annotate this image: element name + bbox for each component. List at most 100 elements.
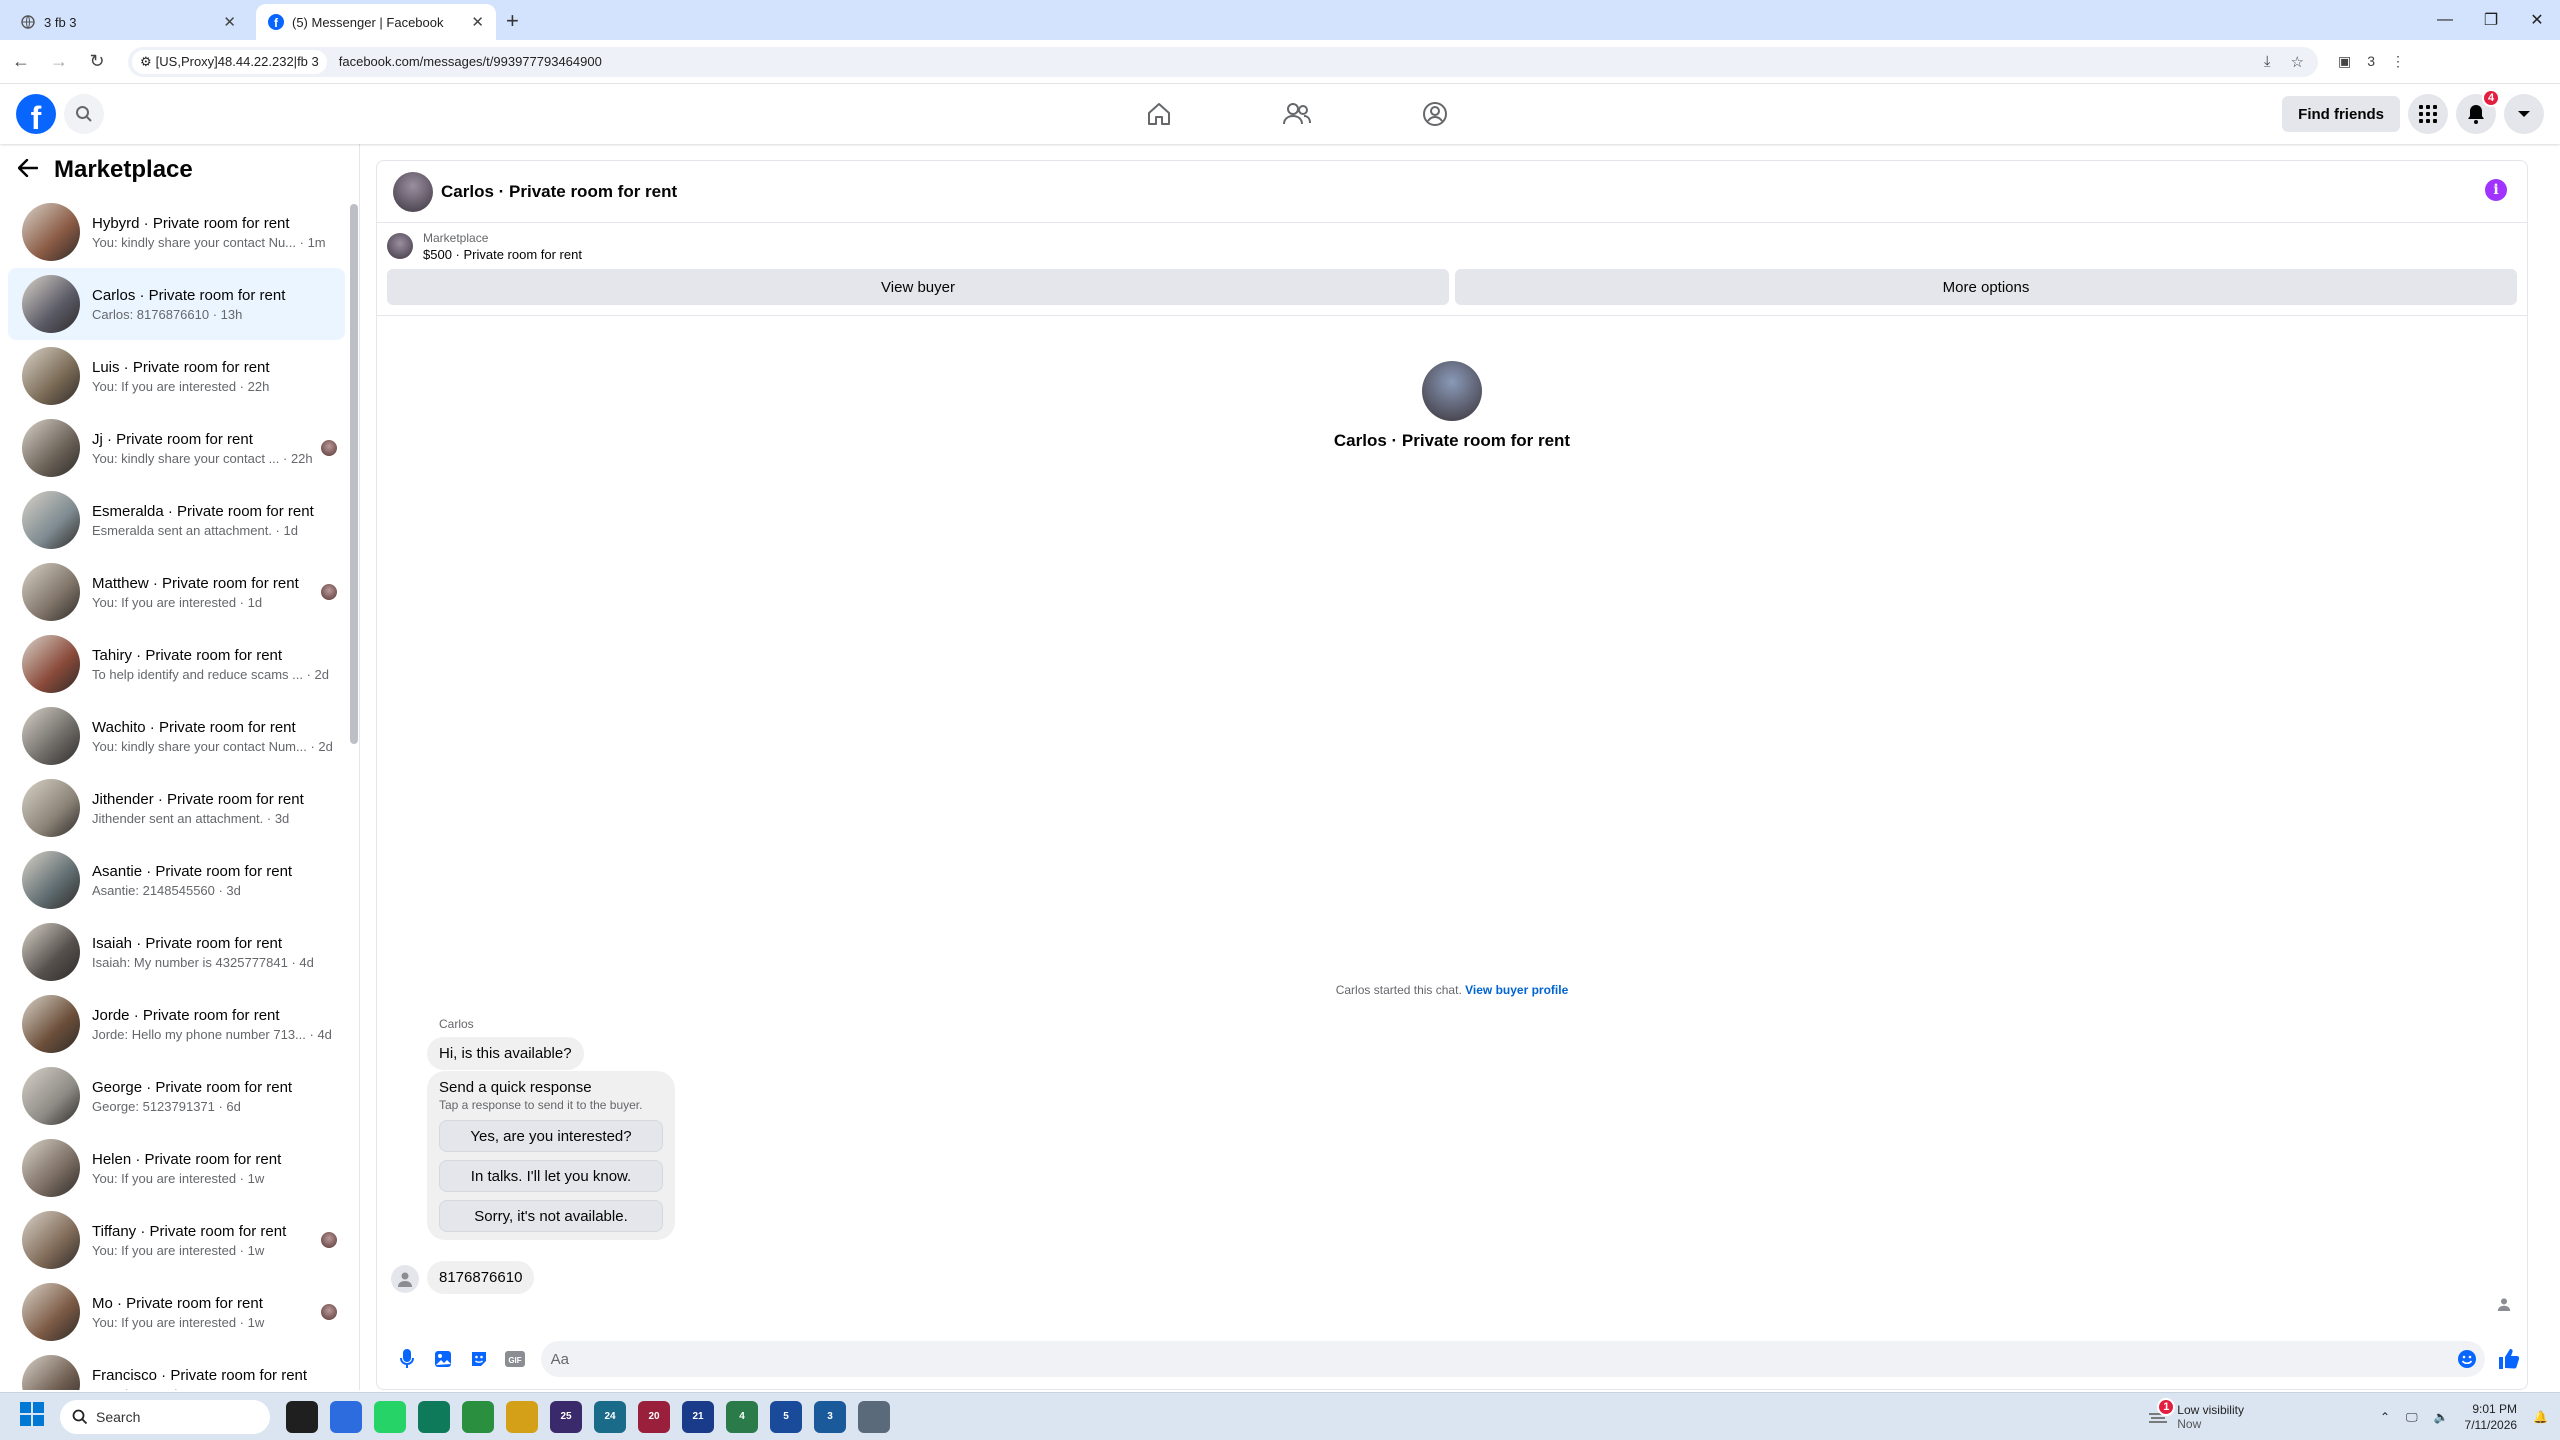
taskbar-app-icon[interactable]: 25 xyxy=(550,1400,582,1433)
emoji-icon[interactable] xyxy=(2457,1349,2477,1373)
conversation-item[interactable]: George · Private room for rent George: 51… xyxy=(8,1060,345,1132)
conversation-item[interactable]: Luis · Private room for rent You: If you … xyxy=(8,340,345,412)
conversation-item[interactable]: Mo · Private room for rent You: If you ar… xyxy=(8,1276,345,1348)
taskbar-app-icon[interactable] xyxy=(374,1400,406,1433)
taskbar-app-icon[interactable]: 24 xyxy=(594,1400,626,1433)
conversation-item[interactable]: Tahiry · Private room for rent To help id… xyxy=(8,628,345,700)
taskbar-app-icon[interactable] xyxy=(330,1400,362,1433)
taskbar-search[interactable]: Search xyxy=(60,1399,270,1434)
info-icon[interactable]: i xyxy=(2485,179,2507,201)
conversation-item[interactable]: Tiffany · Private room for rent You: If y… xyxy=(8,1204,345,1276)
network-icon[interactable]: 🖵 xyxy=(2406,1410,2418,1425)
conversation-item[interactable]: Isaiah · Private room for rent Isaiah: My… xyxy=(8,916,345,988)
facebook-logo-icon[interactable]: f xyxy=(16,94,56,134)
chevron-up-icon[interactable]: ⌃ xyxy=(2380,1410,2390,1424)
taskbar-app-icon[interactable]: 20 xyxy=(638,1400,670,1433)
extensions-icon[interactable]: ▣ xyxy=(2338,53,2351,70)
minimize-icon[interactable]: — xyxy=(2422,0,2468,40)
taskbar-app-icon[interactable] xyxy=(506,1400,538,1433)
conversation-item[interactable]: Jj · Private room for rent You: kindly sh… xyxy=(8,412,345,484)
close-window-icon[interactable]: ✕ xyxy=(2514,0,2560,40)
search-icon[interactable] xyxy=(64,94,104,134)
conversation-preview: You: kindly share your contact ... · 22h xyxy=(92,450,313,466)
taskbar-app-icon[interactable]: 3 xyxy=(814,1400,846,1433)
conversation-item[interactable]: Jithender · Private room for rent Jithend… xyxy=(8,772,345,844)
menu-grid-icon[interactable] xyxy=(2408,94,2448,134)
message-bubble[interactable]: Hi, is this available? xyxy=(427,1037,584,1070)
bookmark-star-icon[interactable]: ☆ xyxy=(2291,53,2304,71)
tab-title: (5) Messenger | Facebook xyxy=(292,14,444,30)
gif-icon[interactable]: GIF xyxy=(497,1341,533,1377)
weather-widget[interactable]: 1 Low visibility Now xyxy=(2147,1397,2244,1431)
taskbar-app-icon[interactable]: 5 xyxy=(770,1400,802,1433)
thumbs-up-icon[interactable] xyxy=(2491,1341,2527,1377)
conversation-item[interactable]: Helen · Private room for rent You: If you… xyxy=(8,1132,345,1204)
browser-menu-icon[interactable]: ⋮ xyxy=(2391,53,2405,70)
reload-icon[interactable]: ↻ xyxy=(80,45,114,79)
taskbar-app-icon[interactable] xyxy=(286,1400,318,1433)
conversation-preview: You: kindly share your contact Nu... · 1… xyxy=(92,234,326,250)
chat-title[interactable]: Carlos · Private room for rent xyxy=(441,182,677,202)
browser-tab-messenger[interactable]: f (5) Messenger | Facebook ✕ xyxy=(256,4,496,40)
browser-tab-fb3[interactable]: 3 fb 3 ✕ xyxy=(8,4,248,40)
forward-icon[interactable]: → xyxy=(42,45,76,79)
notification-center-icon[interactable]: 🔔 xyxy=(2533,1410,2548,1424)
sender-avatar-icon[interactable] xyxy=(391,1265,419,1293)
taskbar-app-icon[interactable]: 21 xyxy=(682,1400,714,1433)
taskbar-app-icon[interactable]: 4 xyxy=(726,1400,758,1433)
taskbar-app-icon[interactable] xyxy=(418,1400,450,1433)
friends-icon[interactable] xyxy=(1228,84,1366,144)
conversation-item[interactable]: Francisco · Private room for rent Francis… xyxy=(8,1348,345,1390)
quick-response-yes-button[interactable]: Yes, are you interested? xyxy=(439,1120,663,1152)
clock[interactable]: 9:01 PM 7/11/2026 xyxy=(2465,1401,2518,1433)
account-chevron-icon[interactable] xyxy=(2504,94,2544,134)
seen-indicator-avatar xyxy=(321,440,337,456)
install-app-icon[interactable]: ⤓ xyxy=(2264,53,2271,71)
conversation-name: Matthew · Private room for rent xyxy=(92,574,299,592)
close-tab-icon[interactable]: ✕ xyxy=(471,13,484,31)
groups-icon[interactable] xyxy=(1366,84,1504,144)
microphone-icon[interactable] xyxy=(389,1341,425,1377)
taskbar-app-icon[interactable] xyxy=(462,1400,494,1433)
address-bar[interactable]: ⚙ [US,Proxy]48.44.22.232|fb 3 facebook.c… xyxy=(128,46,2318,77)
back-icon[interactable]: ← xyxy=(4,45,38,79)
conversation-item[interactable]: Asantie · Private room for rent Asantie: … xyxy=(8,844,345,916)
view-buyer-button[interactable]: View buyer xyxy=(387,269,1449,305)
sticker-icon[interactable] xyxy=(461,1341,497,1377)
quick-response-talks-button[interactable]: In talks. I'll let you know. xyxy=(439,1160,663,1192)
conversation-item[interactable]: Carlos · Private room for rent Carlos: 81… xyxy=(8,268,345,340)
taskbar-app-icon[interactable] xyxy=(858,1400,890,1433)
quick-response-sorry-button[interactable]: Sorry, it's not available. xyxy=(439,1200,663,1232)
back-arrow-icon[interactable] xyxy=(17,156,39,184)
conversation-item[interactable]: Hybyrd · Private room for rent You: kindl… xyxy=(8,196,345,268)
conversation-item[interactable]: Matthew · Private room for rent You: If y… xyxy=(8,556,345,628)
sidebar-scrollbar[interactable] xyxy=(350,194,358,1390)
windows-start-icon[interactable] xyxy=(20,1402,44,1431)
photo-icon[interactable] xyxy=(425,1341,461,1377)
chat-header: Carlos · Private room for rent i xyxy=(377,161,2527,223)
profile-count[interactable]: 3 xyxy=(2367,53,2375,70)
conversation-name: Wachito · Private room for rent xyxy=(92,718,296,736)
conversation-thumbnail xyxy=(22,995,80,1053)
listing-row[interactable]: Marketplace $500 · Private room for rent xyxy=(377,223,2527,269)
notifications-bell-icon[interactable]: 4 xyxy=(2456,89,2500,134)
site-info-chip[interactable]: ⚙ [US,Proxy]48.44.22.232|fb 3 xyxy=(132,49,327,74)
find-friends-button[interactable]: Find friends xyxy=(2282,96,2400,132)
conversation-item[interactable]: Jorde · Private room for rent Jorde: Hell… xyxy=(8,988,345,1060)
conversation-item[interactable]: Wachito · Private room for rent You: kind… xyxy=(8,700,345,772)
volume-icon[interactable]: 🔈 xyxy=(2434,1410,2449,1424)
restore-icon[interactable]: ❐ xyxy=(2468,0,2514,40)
facebook-top-nav: f Find friends 4 xyxy=(0,84,2560,144)
view-buyer-profile-link[interactable]: View buyer profile xyxy=(1465,983,1568,997)
conversation-item[interactable]: Esmeralda · Private room for rent Esmeral… xyxy=(8,484,345,556)
conversation-preview: Carlos: 8176876610 · 13h xyxy=(92,306,243,322)
message-input[interactable]: Aa xyxy=(540,1341,2486,1377)
chat-avatar[interactable] xyxy=(393,171,433,212)
intro-avatar[interactable] xyxy=(1422,361,1482,421)
new-tab-icon[interactable]: + xyxy=(506,8,519,34)
more-options-button[interactable]: More options xyxy=(1455,269,2517,305)
home-icon[interactable] xyxy=(1090,84,1228,144)
message-bubble[interactable]: 8176876610 xyxy=(427,1261,535,1294)
svg-text:GIF: GIF xyxy=(508,1356,521,1365)
close-tab-icon[interactable]: ✕ xyxy=(223,13,236,31)
